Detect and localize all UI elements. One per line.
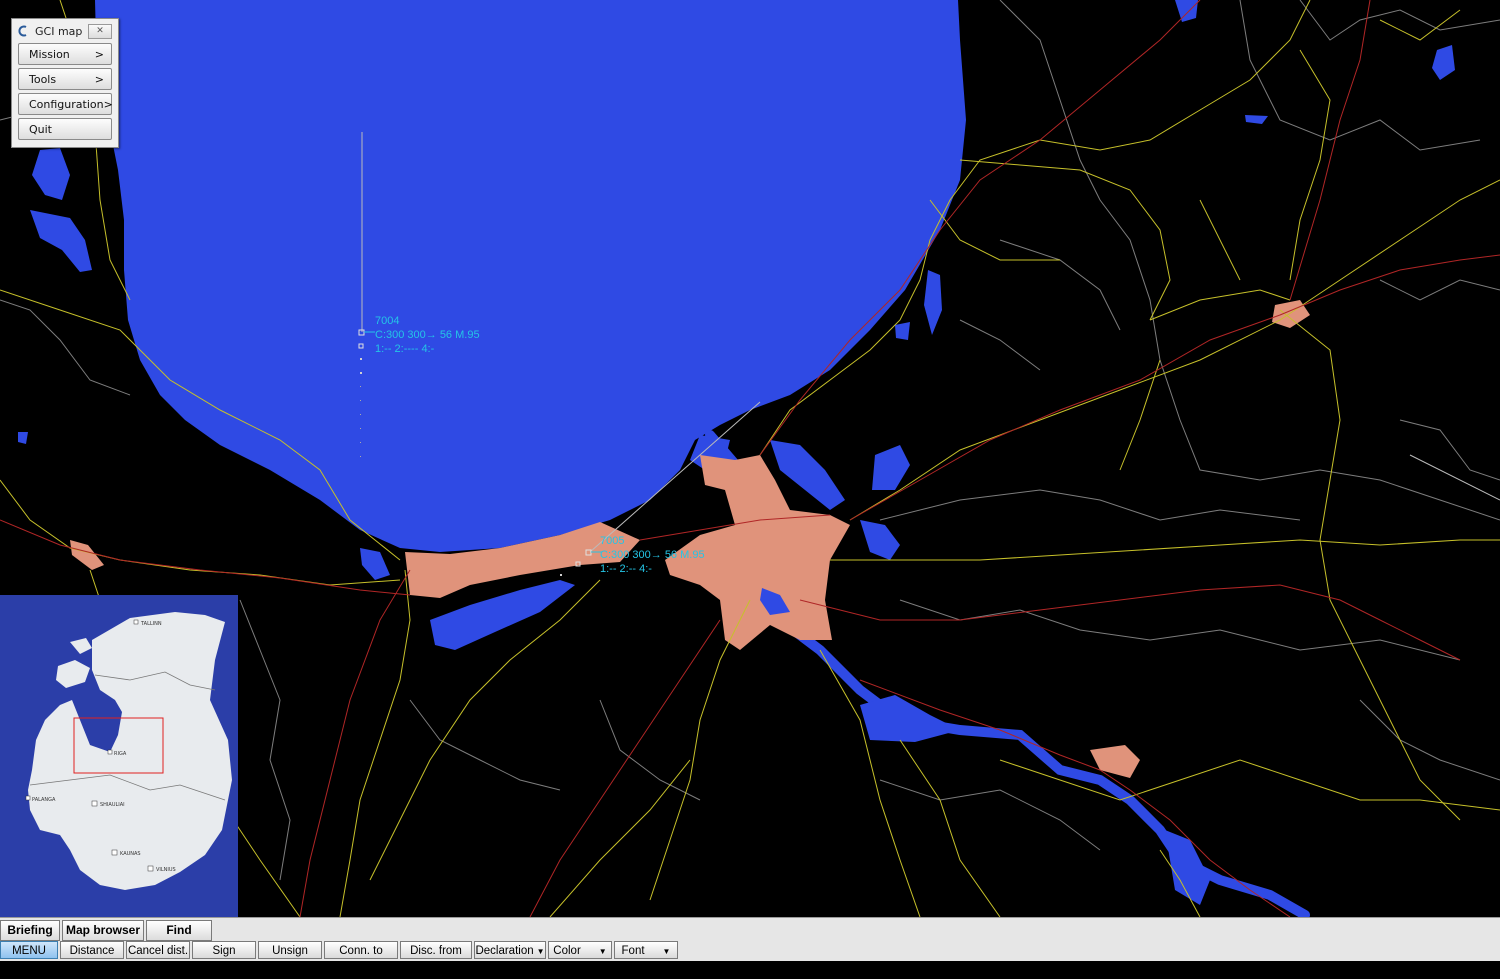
- action-toolbar: MENU Distance Cancel dist. Sign Unsign C…: [0, 941, 680, 975]
- tab-bar: Briefing Map browser Find: [0, 920, 214, 941]
- minimap-city-marker: [91, 800, 98, 807]
- button-label: Distance: [69, 945, 115, 957]
- minimap-city-label: SHIAULIAI: [100, 802, 125, 808]
- track-course-label: C:300 300→ 56 M.95: [375, 329, 480, 341]
- menu-item-label: Mission: [29, 47, 70, 61]
- lake: [895, 322, 910, 340]
- minimap-city-label: VILNIUS: [156, 867, 176, 873]
- mission-menu-button[interactable]: Mission >: [18, 43, 112, 65]
- disconnect-from-be-button[interactable]: Disc. from BE: [400, 941, 472, 975]
- track-history-dot: [360, 428, 361, 429]
- minimap-city-marker: [147, 865, 154, 872]
- menu-button[interactable]: MENU: [0, 941, 58, 959]
- button-label: Unsign: [272, 945, 308, 957]
- track-history-dot: [360, 358, 362, 360]
- quit-button[interactable]: Quit: [18, 118, 112, 140]
- map-canvas[interactable]: 7004 C:300 300→ 56 M.95 1:-- 2:---- 4:- …: [0, 0, 1500, 917]
- connect-to-be-dropdown[interactable]: Conn. to BE ▼: [324, 941, 398, 975]
- tab-briefing[interactable]: Briefing: [0, 920, 60, 941]
- tools-menu-button[interactable]: Tools >: [18, 68, 112, 90]
- color-dropdown[interactable]: Color ▼: [548, 941, 612, 959]
- button-label: Cancel dist.: [127, 945, 189, 957]
- minimap-city-label: TALLINN: [140, 621, 162, 627]
- font-dropdown[interactable]: Font ▼: [614, 941, 678, 959]
- distance-button[interactable]: Distance: [60, 941, 124, 959]
- dropdown-arrow-icon: ▼: [366, 965, 375, 974]
- dropdown-arrow-icon: ▼: [536, 947, 545, 956]
- menu-item-label: Quit: [29, 122, 52, 136]
- tab-map-browser[interactable]: Map browser: [62, 920, 144, 941]
- track-status-label: 1:-- 2:---- 4:-: [375, 343, 435, 355]
- cancel-distance-button[interactable]: Cancel dist.: [126, 941, 190, 959]
- button-label: Disc. from BE: [410, 945, 462, 975]
- unsign-button[interactable]: Unsign: [258, 941, 322, 959]
- minimap-city-marker: [133, 619, 139, 625]
- button-label: Sign: [212, 945, 236, 957]
- track-status-label: 1:-- 2:-- 4:-: [600, 563, 652, 575]
- sign-button[interactable]: Sign: [192, 941, 256, 959]
- minimap-city-label: KAUNAS: [120, 851, 141, 857]
- submenu-arrow-icon: >: [103, 97, 113, 111]
- declaration-dropdown[interactable]: Declaration ▼: [474, 941, 546, 959]
- submenu-arrow-icon: >: [94, 72, 104, 86]
- bottom-panel: Briefing Map browser Find MENU Distance …: [0, 917, 1500, 975]
- overview-minimap[interactable]: TALLINN RIGA PALANGA SHIAULIAI KAUNAS VI…: [0, 595, 238, 917]
- track-history-dot: [360, 372, 362, 374]
- close-icon[interactable]: ✕: [88, 23, 112, 39]
- track-course-label: C:300 300→ 56 M.95: [600, 549, 705, 561]
- button-label: Font: [621, 945, 645, 957]
- button-label: MENU: [12, 945, 46, 957]
- dropdown-arrow-icon: ▼: [662, 947, 671, 956]
- minimap-city-label: PALANGA: [32, 797, 56, 803]
- menu-item-label: Configuration: [29, 97, 104, 111]
- track-id-label: 7004: [375, 315, 399, 327]
- track-history-dot: [360, 442, 361, 443]
- minimap-city-marker: [25, 795, 31, 801]
- submenu-arrow-icon: >: [94, 47, 104, 61]
- minimap-city-marker: [111, 849, 118, 856]
- minimap-city-label: RIGA: [114, 751, 127, 757]
- configuration-menu-button[interactable]: Configuration >: [18, 93, 113, 115]
- track-history-dot: [560, 574, 562, 576]
- menu-window-title: GCI map: [35, 24, 83, 38]
- track-history-dot: [360, 456, 361, 457]
- track-id-label: 7005: [600, 535, 624, 547]
- track-history-dot: [360, 414, 361, 415]
- tab-find[interactable]: Find: [146, 920, 212, 941]
- minimap-city-marker: [107, 749, 113, 755]
- menu-item-label: Tools: [29, 72, 57, 86]
- dropdown-arrow-icon: ▼: [598, 947, 607, 956]
- track-history-dot: [360, 400, 361, 401]
- button-label: Conn. to BE: [339, 945, 383, 975]
- app-logo-icon: [18, 25, 30, 37]
- menu-window-titlebar[interactable]: GCI map ✕: [12, 19, 118, 43]
- button-label: Declaration: [475, 945, 534, 957]
- track-history-dot: [360, 386, 361, 387]
- gci-menu-window[interactable]: GCI map ✕ Mission > Tools > Configuratio…: [11, 18, 119, 148]
- button-label: Color: [553, 945, 581, 957]
